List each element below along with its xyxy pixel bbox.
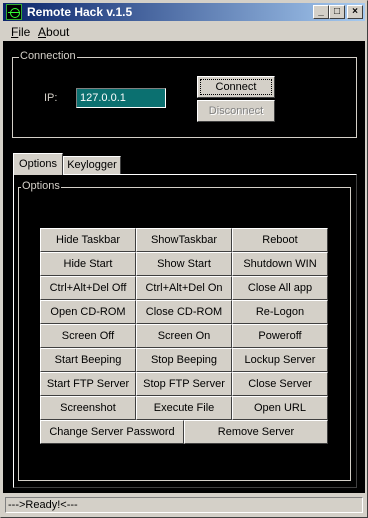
option-button-close-all-app[interactable]: Close All app [232,276,328,300]
option-button-ctrl-alt-del-off[interactable]: Ctrl+Alt+Del Off [40,276,136,300]
options-group-label: Options [21,180,61,192]
connection-group: Connection IP: 127.0.0.1 Connect Disconn… [12,50,357,138]
ip-label: IP: [44,92,58,104]
option-button-screenshot[interactable]: Screenshot [40,396,136,420]
option-button-stop-ftp-server[interactable]: Stop FTP Server [136,372,232,396]
option-button-start-ftp-server[interactable]: Start FTP Server [40,372,136,396]
maximize-button[interactable]: □ [329,5,345,19]
option-button-hide-taskbar[interactable]: Hide Taskbar [40,228,136,252]
title-bar[interactable]: Remote Hack v.1.5 _ □ × [3,3,365,21]
option-button-screen-off[interactable]: Screen Off [40,324,136,348]
option-button-remove-server[interactable]: Remove Server [184,420,328,444]
tab-options[interactable]: Options [13,153,63,175]
option-button-close-server[interactable]: Close Server [232,372,328,396]
option-button-execute-file[interactable]: Execute File [136,396,232,420]
connection-group-label: Connection [19,50,77,62]
ip-input[interactable]: 127.0.0.1 [76,88,166,108]
disconnect-button[interactable]: Disconnect [197,100,275,122]
status-text: --->Ready!<--- [5,497,363,513]
option-button-showtaskbar[interactable]: ShowTaskbar [136,228,232,252]
option-button-reboot[interactable]: Reboot [232,228,328,252]
main-window: Remote Hack v.1.5 _ □ × File About Conne… [0,0,368,518]
tab-keylogger[interactable]: Keylogger [63,156,121,174]
option-button-show-start[interactable]: Show Start [136,252,232,276]
client-area: Connection IP: 127.0.0.1 Connect Disconn… [3,41,365,493]
option-button-open-cd-rom[interactable]: Open CD-ROM [40,300,136,324]
option-button-re-logon[interactable]: Re-Logon [232,300,328,324]
menu-about[interactable]: About [38,25,69,39]
option-button-ctrl-alt-del-on[interactable]: Ctrl+Alt+Del On [136,276,232,300]
option-button-change-server-password[interactable]: Change Server Password [40,420,184,444]
menu-file[interactable]: File [11,25,30,39]
status-bar: --->Ready!<--- [3,495,365,515]
option-button-shutdown-win[interactable]: Shutdown WIN [232,252,328,276]
connect-button[interactable]: Connect [197,76,275,98]
option-button-poweroff[interactable]: Poweroff [232,324,328,348]
window-title: Remote Hack v.1.5 [27,5,133,19]
app-icon [6,4,22,20]
options-tab-panel: Options Hide Taskbar ShowTaskbar Reboot Hid… [13,174,357,488]
option-button-screen-on[interactable]: Screen On [136,324,232,348]
close-button[interactable]: × [347,5,363,19]
option-button-start-beeping[interactable]: Start Beeping [40,348,136,372]
option-button-open-url[interactable]: Open URL [232,396,328,420]
option-button-lockup-server[interactable]: Lockup Server [232,348,328,372]
option-button-stop-beeping[interactable]: Stop Beeping [136,348,232,372]
options-group: Options Hide Taskbar ShowTaskbar Reboot Hid… [18,180,351,481]
menu-bar: File About [3,23,365,41]
minimize-button[interactable]: _ [313,5,329,19]
option-button-hide-start[interactable]: Hide Start [40,252,136,276]
option-button-close-cd-rom[interactable]: Close CD-ROM [136,300,232,324]
